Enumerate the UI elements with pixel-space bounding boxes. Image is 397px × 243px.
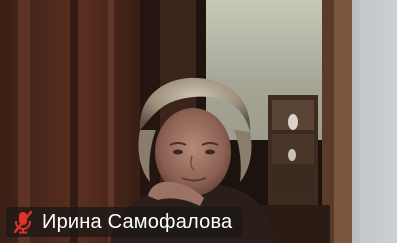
participant-name-label: Ирина Самофалова [6,207,243,237]
participant-video-tile[interactable]: Ирина Самофалова [0,0,397,243]
mic-muted-icon[interactable] [12,210,34,234]
participant-name: Ирина Самофалова [42,211,233,233]
